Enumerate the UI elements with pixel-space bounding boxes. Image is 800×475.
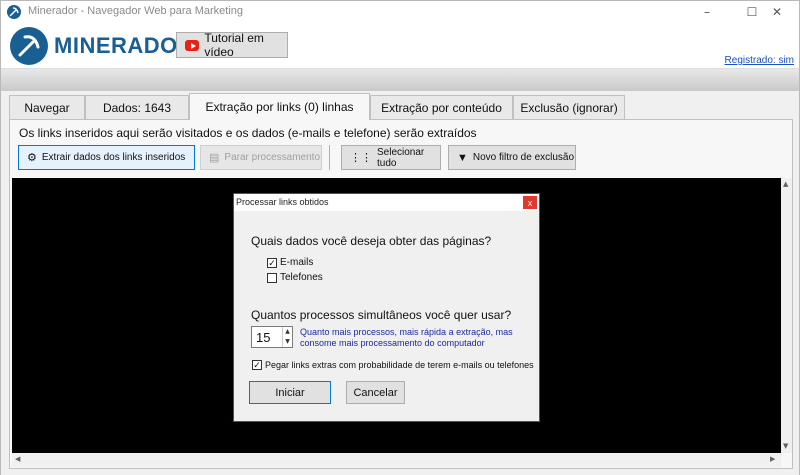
extra-links-label: Pegar links extras com probabilidade de … (265, 360, 534, 370)
minimize-button[interactable]: – (685, 1, 729, 23)
vertical-scrollbar[interactable]: ▲ ▼ (781, 178, 792, 453)
scroll-up-icon[interactable]: ▲ (783, 180, 788, 188)
registered-link[interactable]: Registrado: sim (725, 55, 794, 66)
horizontal-scrollbar[interactable]: ◀ ▶ (12, 453, 781, 467)
phones-option[interactable]: Telefones (267, 272, 323, 283)
data-question: Quais dados você deseja obter das página… (251, 234, 492, 248)
cancel-button[interactable]: Cancelar (346, 381, 405, 404)
status-strip (1, 469, 799, 475)
app-pickaxe-icon (7, 5, 21, 19)
tutorial-video-label: Tutorial em vídeo (204, 31, 264, 59)
spinner-buttons: ▲ ▼ (282, 327, 292, 347)
dialog-close-button[interactable]: x (523, 196, 537, 209)
tab-extracao-links[interactable]: Extração por links (0) linhas (189, 93, 370, 120)
scroll-left-icon[interactable]: ◀ (15, 455, 20, 463)
youtube-icon (185, 39, 200, 51)
tab-navegar[interactable]: Navegar (9, 95, 85, 119)
phones-checkbox[interactable] (267, 272, 277, 283)
spinner-up-icon[interactable]: ▲ (283, 327, 292, 337)
clipboard-icon: ▤ (209, 152, 220, 164)
processes-question: Quantos processos simultâneos você quer … (251, 308, 512, 322)
close-window-button[interactable]: ✕ (755, 1, 799, 23)
tab-extracao-conteudo[interactable]: Extração por conteúdo (370, 95, 513, 119)
phones-label: Telefones (280, 272, 323, 283)
processes-value[interactable]: 15 (256, 330, 270, 345)
start-button[interactable]: Iniciar (249, 381, 331, 404)
processes-spinner[interactable]: 15 ▲ ▼ (251, 326, 293, 348)
select-all-label: Selecionar tudo (377, 146, 425, 169)
dialog-title-bar: Processar links obtidos x (234, 194, 539, 211)
spinner-down-icon[interactable]: ▼ (283, 337, 292, 347)
logo-pickaxe-icon (10, 27, 48, 65)
window-title: Minerador - Navegador Web para Marketing (28, 5, 244, 17)
stop-processing-button[interactable]: ▤ Parar processamento (200, 145, 322, 170)
app-header: MINERADOR Tutorial em vídeo Registrado: … (1, 23, 799, 69)
toolbar-separator (329, 145, 330, 170)
filter-icon: ▼ (457, 151, 468, 164)
tab-exclusao[interactable]: Exclusão (ignorar) (513, 95, 625, 119)
stop-processing-label: Parar processamento (224, 152, 321, 163)
select-all-icon: ⋮⋮ (350, 152, 372, 164)
extract-links-label: Extrair dados dos links inseridos (41, 152, 186, 163)
select-all-button[interactable]: ⋮⋮ Selecionar tudo (341, 145, 441, 170)
processes-hint: Quanto mais processos, mais rápida a ext… (300, 327, 513, 348)
emails-checkbox[interactable]: ✓ (267, 257, 277, 268)
new-exclusion-filter-label: Novo filtro de exclusão (472, 152, 575, 163)
new-exclusion-filter-button[interactable]: ▼ Novo filtro de exclusão (448, 145, 576, 170)
gears-icon: ⚙ (27, 152, 37, 164)
emails-option[interactable]: ✓ E-mails (267, 257, 313, 268)
process-links-dialog: Processar links obtidos x Quais dados vo… (233, 193, 540, 422)
header-divider (1, 69, 799, 91)
extra-links-option[interactable]: ✓ Pegar links extras com probabilidade d… (252, 360, 534, 370)
scroll-right-icon[interactable]: ▶ (770, 455, 775, 463)
dialog-title: Processar links obtidos (236, 197, 329, 207)
panel-description: Os links inseridos aqui serão visitados … (19, 126, 477, 140)
tutorial-video-button[interactable]: Tutorial em vídeo (176, 31, 288, 59)
extract-links-button[interactable]: ⚙ Extrair dados dos links inseridos (18, 145, 195, 170)
logo-text: MINERADOR (54, 33, 195, 58)
tab-dados[interactable]: Dados: 1643 (85, 95, 189, 119)
extra-links-checkbox[interactable]: ✓ (252, 360, 262, 370)
app-window: Minerador - Navegador Web para Marketing… (0, 0, 800, 475)
scroll-down-icon[interactable]: ▼ (783, 442, 788, 450)
title-bar: Minerador - Navegador Web para Marketing… (1, 1, 799, 23)
emails-label: E-mails (280, 257, 314, 268)
